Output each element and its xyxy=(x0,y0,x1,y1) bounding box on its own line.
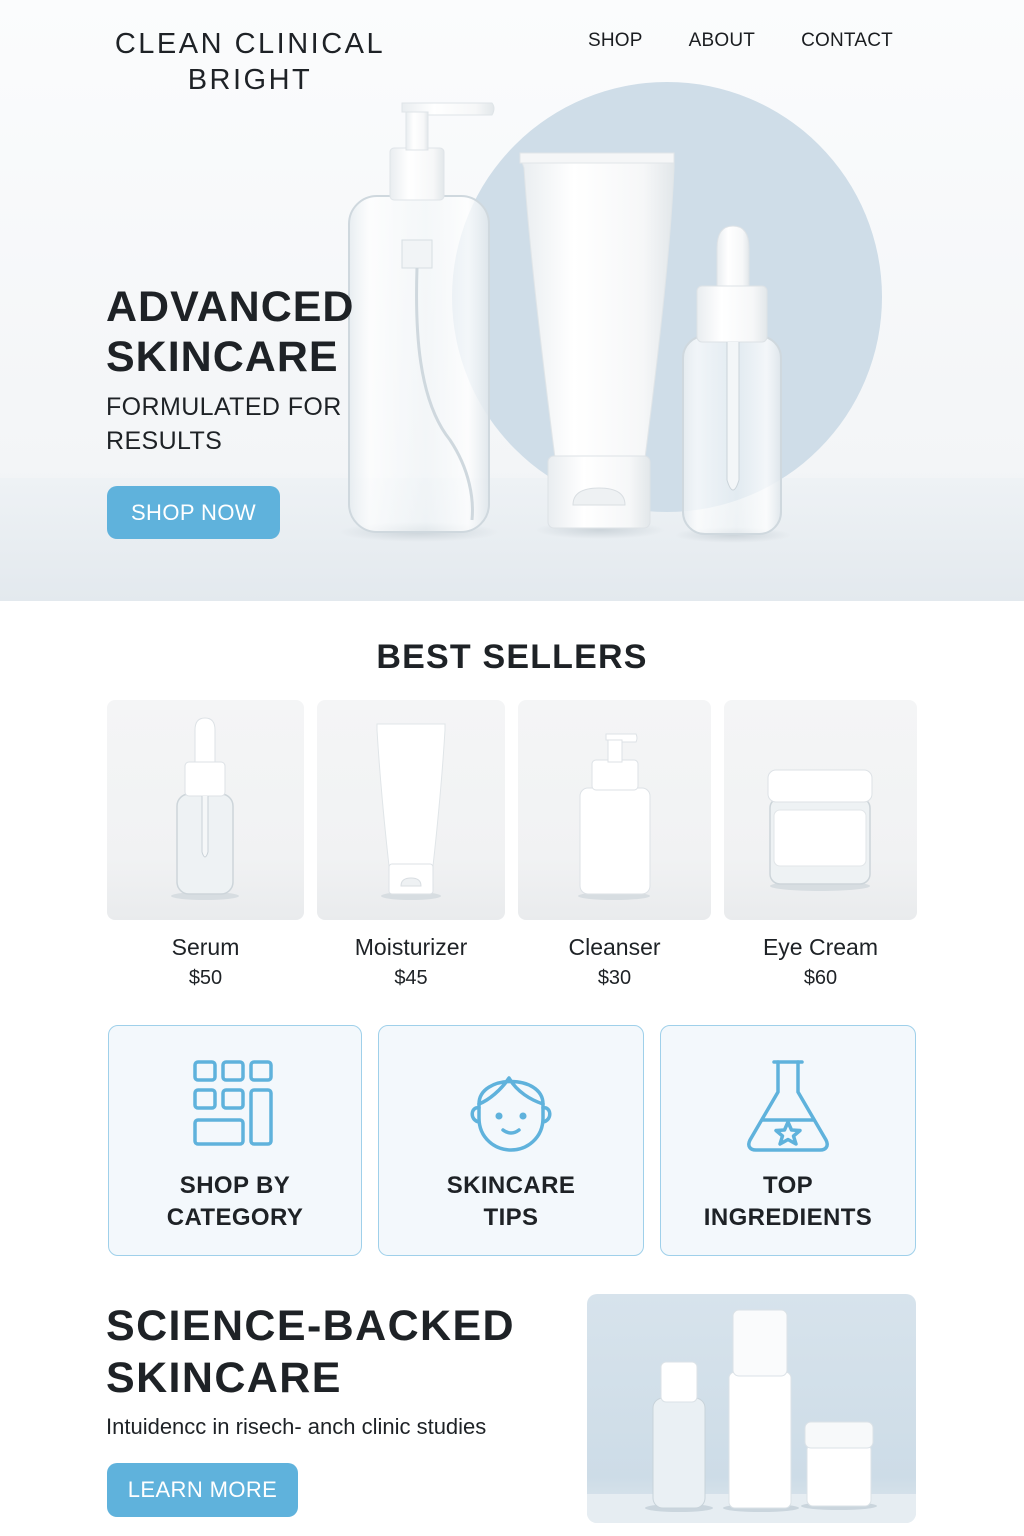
tube-icon xyxy=(519,152,675,529)
card-label-line-2: TIPS xyxy=(483,1204,539,1231)
pump-bottle-icon xyxy=(348,102,495,533)
hero-title-line-2: SKINCARE xyxy=(106,333,339,381)
card-skincare-tips[interactable]: SKINCARE TIPS xyxy=(378,1025,644,1256)
product-image[interactable] xyxy=(724,700,917,920)
card-label: SKINCARE TIPS xyxy=(379,1170,643,1234)
product-price: $50 xyxy=(188,967,223,989)
card-label: TOP INGREDIENTS xyxy=(661,1170,915,1234)
science-subtitle: Intuidencc in risech- anch clinic studie… xyxy=(106,1414,487,1439)
shop-now-button[interactable]: SHOP NOW xyxy=(107,486,280,539)
product-price: $45 xyxy=(394,967,428,989)
card-label-line-2: CATEGORY xyxy=(166,1204,304,1231)
nav-shop[interactable]: SHOP xyxy=(588,30,643,52)
card-label-line-1: TOP xyxy=(762,1172,814,1199)
hero-subtitle: FORMULATED FOR RESULTS xyxy=(106,390,342,458)
hero-subtitle-line-1: FORMULATED FOR xyxy=(106,393,342,421)
nav-about[interactable]: ABOUT xyxy=(689,30,755,52)
science-title-line-1: SCIENCE-BACKED xyxy=(106,1302,516,1350)
product-image[interactable] xyxy=(107,700,304,920)
top-nav: SHOP ABOUT CONTACT xyxy=(588,30,893,52)
brand-logo[interactable]: CLEAN CLINICAL BRIGHT xyxy=(100,26,400,98)
product-card-eye-cream[interactable]: Eye Cream $60 xyxy=(724,700,917,1000)
hero-title: ADVANCED SKINCARE xyxy=(106,282,355,382)
product-name: Cleanser xyxy=(568,934,661,960)
product-image[interactable] xyxy=(317,700,505,920)
science-title-line-2: SKINCARE xyxy=(106,1354,342,1402)
card-label: SHOP BY CATEGORY xyxy=(109,1170,361,1234)
jar-icon xyxy=(767,769,873,891)
product-card-serum[interactable]: Serum $50 xyxy=(107,700,304,1000)
product-image[interactable] xyxy=(518,700,711,920)
product-price: $60 xyxy=(803,967,838,989)
best-sellers-title: BEST SELLERS xyxy=(376,638,648,676)
product-bottles-icon xyxy=(587,1309,916,1523)
learn-more-button[interactable]: LEARN MORE xyxy=(107,1463,298,1517)
product-name: Serum xyxy=(171,934,240,960)
science-title: SCIENCE-BACKED SKINCARE xyxy=(106,1300,515,1404)
brand-line-2: BRIGHT xyxy=(187,64,313,96)
brand-line-1: CLEAN CLINICAL xyxy=(114,28,386,60)
hero-title-line-1: ADVANCED xyxy=(106,283,355,331)
product-card-cleanser[interactable]: Cleanser $30 xyxy=(518,700,711,1000)
card-shop-by-category[interactable]: SHOP BY CATEGORY xyxy=(108,1025,362,1256)
product-card-moisturizer[interactable]: Moisturizer $45 xyxy=(317,700,505,1000)
product-name: Eye Cream xyxy=(762,934,879,960)
card-top-ingredients[interactable]: TOP INGREDIENTS xyxy=(660,1025,916,1256)
card-label-line-1: SHOP BY xyxy=(179,1172,291,1199)
dropper-bottle-icon xyxy=(682,225,782,535)
hero-section: CLEAN CLINICAL BRIGHT SHOP ABOUT CONTACT… xyxy=(0,0,1024,601)
card-label-line-1: SKINCARE xyxy=(446,1172,576,1199)
face-icon xyxy=(470,1076,552,1152)
pump-bottle-icon xyxy=(578,733,651,900)
card-label-line-2: INGREDIENTS xyxy=(703,1204,873,1231)
hero-subtitle-line-2: RESULTS xyxy=(106,427,223,455)
dropper-bottle-icon xyxy=(171,717,239,900)
product-name: Moisturizer xyxy=(354,934,468,960)
science-product-image xyxy=(587,1294,916,1523)
product-price: $30 xyxy=(597,967,632,989)
flask-icon xyxy=(747,1060,829,1152)
nav-contact[interactable]: CONTACT xyxy=(801,30,893,52)
grid-icon xyxy=(193,1060,273,1146)
tube-icon xyxy=(376,723,446,900)
